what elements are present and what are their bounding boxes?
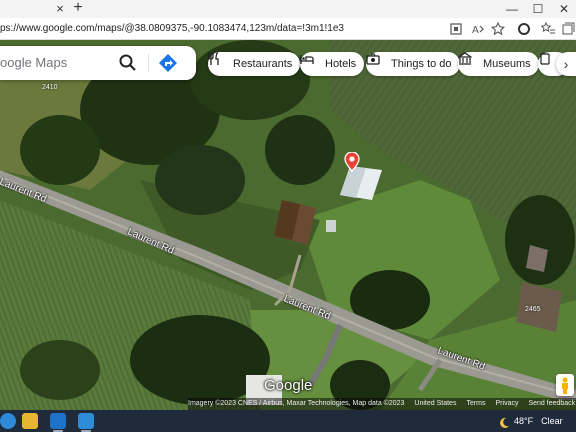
satellite-imagery: [0, 40, 576, 410]
search-divider: [148, 54, 149, 72]
chip-hotels[interactable]: Hotels: [300, 52, 365, 76]
send-feedback-link[interactable]: Send feedback: [528, 398, 575, 410]
mail-icon[interactable]: [50, 413, 66, 429]
google-logo: Google: [264, 377, 313, 394]
chip-label: Hotels: [325, 58, 357, 70]
close-window-button[interactable]: ✕: [552, 1, 576, 17]
close-tab-button[interactable]: ×: [52, 1, 68, 17]
directions-icon[interactable]: [158, 53, 178, 73]
map-canvas[interactable]: oogle Maps Restaurants Hotels Things to …: [0, 40, 576, 410]
terms-link[interactable]: Terms: [466, 398, 485, 410]
moon-icon: [498, 415, 510, 428]
fork-knife-icon: [208, 52, 228, 71]
maximize-button[interactable]: ☐: [526, 1, 550, 17]
svg-text:A: A: [472, 25, 479, 36]
maps-search-box[interactable]: oogle Maps: [0, 46, 196, 80]
chip-museums[interactable]: Museums: [458, 52, 539, 76]
museum-icon: [458, 52, 478, 71]
extensions-icon[interactable]: [516, 21, 532, 37]
collections-icon[interactable]: [560, 21, 576, 37]
bed-icon: [300, 55, 320, 71]
windows-taskbar: 48°F Clear: [0, 410, 576, 432]
region-link[interactable]: United States: [414, 398, 456, 410]
tab-strip: × + — ☐ ✕: [0, 0, 576, 18]
map-attribution: Imagery ©2023 CNES / Airbus, Maxar Techn…: [188, 398, 576, 410]
file-explorer-icon[interactable]: [22, 413, 38, 429]
chip-things-to-do[interactable]: Things to do: [366, 52, 460, 76]
search-input[interactable]: oogle Maps: [0, 46, 110, 80]
address-bar[interactable]: ps://www.google.com/maps/@38.0809375,-90…: [0, 21, 440, 37]
address-number: 2465: [525, 306, 541, 313]
new-tab-button[interactable]: +: [70, 0, 86, 16]
chip-restaurants[interactable]: Restaurants: [208, 52, 301, 76]
privacy-link[interactable]: Privacy: [496, 398, 519, 410]
weather-widget[interactable]: 48°F Clear: [498, 410, 576, 432]
address-number: 2410: [42, 84, 58, 91]
weather-temperature: 48°F: [514, 416, 534, 426]
favorite-icon[interactable]: [490, 21, 506, 37]
chip-label: Things to do: [391, 58, 452, 70]
read-aloud-icon[interactable]: A: [470, 21, 486, 37]
chips-next-button[interactable]: ›: [556, 52, 576, 76]
location-pin-icon[interactable]: [344, 152, 360, 172]
minimize-button[interactable]: —: [500, 1, 524, 17]
search-icon[interactable]: [118, 53, 138, 73]
edge-taskbar-icon[interactable]: [0, 413, 16, 429]
browser-taskbar-icon[interactable]: [78, 413, 94, 429]
weather-description: Clear: [541, 416, 563, 426]
imagery-credit: Imagery ©2023 CNES / Airbus, Maxar Techn…: [188, 400, 405, 407]
app-icon[interactable]: [448, 21, 464, 37]
chip-label: Restaurants: [233, 58, 293, 70]
browser-toolbar: ps://www.google.com/maps/@38.0809375,-90…: [0, 18, 576, 40]
favorites-bar-icon[interactable]: [540, 21, 556, 37]
pegman-icon[interactable]: [556, 374, 574, 396]
camera-icon: [366, 53, 386, 71]
chip-label: Museums: [483, 58, 531, 70]
